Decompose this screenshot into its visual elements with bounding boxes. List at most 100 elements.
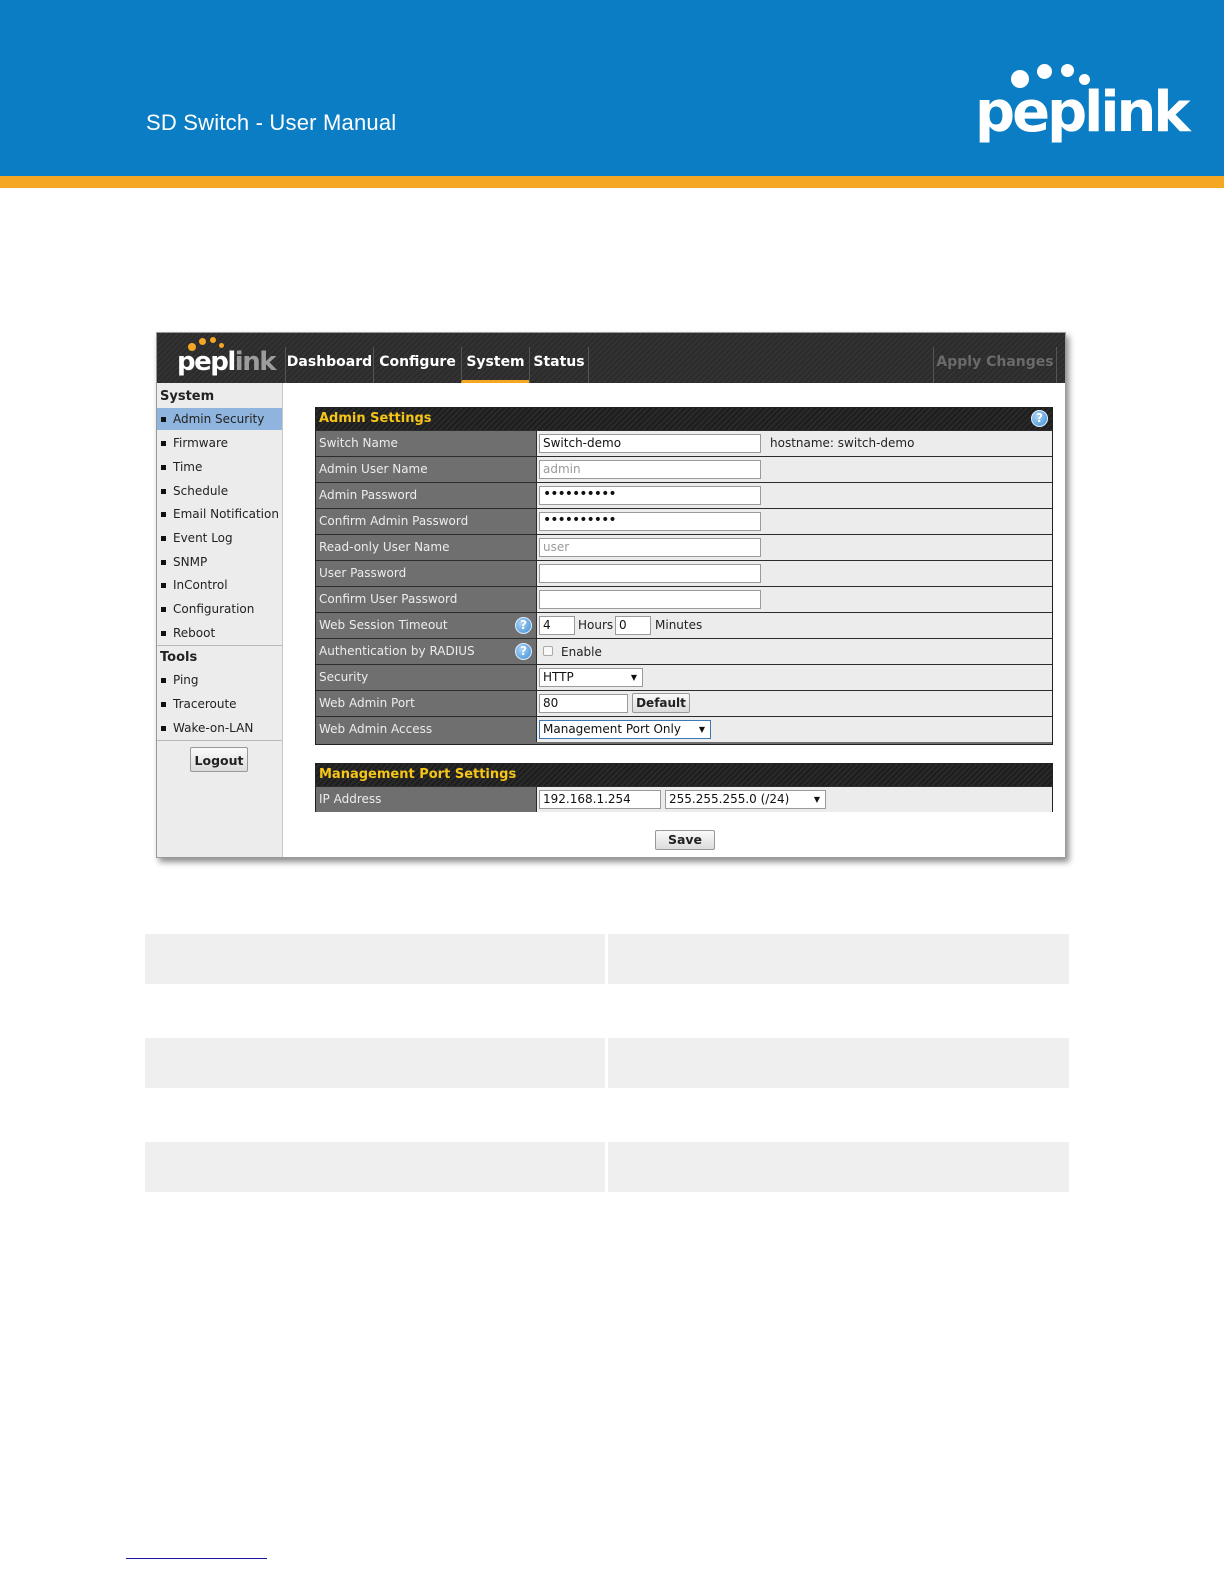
radius-enable-label: Enable — [561, 645, 602, 659]
sidebar-item-email-notification[interactable]: Email Notification — [157, 503, 282, 525]
bullet-icon — [161, 489, 166, 494]
sidebar-heading-system: System — [160, 389, 215, 404]
user-password-input[interactable] — [539, 564, 761, 583]
radius-enable-checkbox[interactable] — [543, 646, 553, 656]
table-cell — [145, 1038, 605, 1088]
bullet-icon — [161, 465, 166, 470]
table-cell — [145, 1142, 605, 1192]
admin-password-input[interactable]: •••••••••• — [539, 486, 761, 505]
bullet-icon — [161, 583, 166, 588]
header-stripe — [0, 176, 1224, 188]
switch-name-input[interactable]: Switch-demo — [539, 434, 761, 453]
sidebar-item-snmp[interactable]: SNMP — [157, 551, 282, 573]
sidebar-heading-tools: Tools — [160, 650, 198, 665]
minutes-label: Minutes — [655, 618, 703, 632]
table-cell — [145, 934, 605, 984]
sidebar-item-wake-on-lan[interactable]: Wake-on-LAN — [157, 717, 282, 739]
sidebar-item-schedule[interactable]: Schedule — [157, 480, 282, 502]
admin-user-name-label: Admin User Name — [316, 457, 537, 482]
web-admin-access-label: Web Admin Access — [316, 717, 537, 742]
tab-system[interactable]: System — [461, 347, 529, 383]
admin-settings-title: Admin Settings — [316, 408, 1052, 430]
save-button[interactable]: Save — [655, 830, 715, 850]
dropdown-arrow-icon: ▼ — [813, 795, 820, 804]
sidebar-item-traceroute[interactable]: Traceroute — [157, 693, 282, 715]
sidebar-divider — [157, 740, 282, 741]
tab-configure[interactable]: Configure — [373, 347, 461, 383]
row-security: Security HTTP ▼ — [316, 664, 1052, 690]
web-admin-access-select[interactable]: Management Port Only ▼ — [539, 720, 711, 739]
apply-changes-button[interactable]: Apply Changes — [933, 347, 1057, 383]
web-admin-screenshot: peplink Dashboard Configure System Statu… — [156, 332, 1066, 858]
row-web-session-timeout: Web Session Timeout ? 4 Hours 0 Minutes — [316, 612, 1052, 638]
minutes-input[interactable]: 0 — [615, 616, 651, 635]
bullet-icon — [161, 607, 166, 612]
admin-settings-table: Admin Settings ? Switch Name Switch-demo… — [315, 407, 1053, 745]
row-auth-radius: Authentication by RADIUS ? Enable — [316, 638, 1052, 664]
sidebar-item-time[interactable]: Time — [157, 456, 282, 478]
tab-dashboard[interactable]: Dashboard — [285, 347, 373, 383]
row-admin-password: Admin Password •••••••••• — [316, 482, 1052, 508]
table-cell — [608, 934, 1069, 984]
ip-address-input[interactable]: 192.168.1.254 — [539, 790, 661, 809]
dropdown-arrow-icon: ▼ — [630, 673, 637, 682]
app-logo[interactable]: peplink — [157, 333, 283, 383]
sidebar-divider — [157, 645, 282, 646]
row-user-password: User Password — [316, 560, 1052, 586]
readonly-user-name-label: Read-only User Name — [316, 535, 537, 560]
hostname-hint: hostname: switch-demo — [770, 436, 915, 450]
help-icon[interactable]: ? — [1031, 410, 1048, 427]
logo-wordmark: peplink — [975, 80, 1191, 145]
web-admin-port-input[interactable]: 80 — [539, 694, 628, 713]
bullet-icon — [161, 441, 166, 446]
sidebar-item-firmware[interactable]: Firmware — [157, 432, 282, 454]
footer-link-underline — [126, 1558, 267, 1559]
sidebar: System Admin Security Firmware Time Sche… — [157, 383, 283, 857]
table-cell — [608, 1142, 1069, 1192]
switch-name-label: Switch Name — [316, 431, 537, 456]
default-port-button[interactable]: Default — [632, 693, 690, 713]
confirm-admin-password-input[interactable]: •••••••••• — [539, 512, 761, 531]
readonly-user-name-input[interactable]: user — [539, 538, 761, 557]
confirm-admin-password-label: Confirm Admin Password — [316, 509, 537, 534]
sidebar-item-ping[interactable]: Ping — [157, 669, 282, 691]
confirm-user-password-input[interactable] — [539, 590, 761, 609]
row-web-admin-access: Web Admin Access Management Port Only ▼ — [316, 716, 1052, 742]
logout-button[interactable]: Logout — [190, 747, 248, 772]
sidebar-item-reboot[interactable]: Reboot — [157, 622, 282, 644]
auth-radius-label: Authentication by RADIUS — [316, 639, 537, 664]
confirm-user-password-label: Confirm User Password — [316, 587, 537, 612]
admin-password-label: Admin Password — [316, 483, 537, 508]
bullet-icon — [161, 417, 166, 422]
bullet-icon — [161, 536, 166, 541]
bullet-icon — [161, 678, 166, 683]
sidebar-item-configuration[interactable]: Configuration — [157, 598, 282, 620]
row-web-admin-port: Web Admin Port 80 Default — [316, 690, 1052, 716]
app-logo-wordmark: peplink — [177, 347, 277, 377]
hours-input[interactable]: 4 — [539, 616, 575, 635]
document-title: SD Switch - User Manual — [146, 110, 397, 135]
subnet-mask-select[interactable]: 255.255.255.0 (/24) ▼ — [665, 790, 826, 809]
help-icon[interactable]: ? — [515, 643, 532, 660]
row-confirm-admin-password: Confirm Admin Password •••••••••• — [316, 508, 1052, 534]
bullet-icon — [161, 560, 166, 565]
tab-status[interactable]: Status — [529, 347, 589, 383]
row-confirm-user-password: Confirm User Password — [316, 586, 1052, 612]
bullet-icon — [161, 726, 166, 731]
sidebar-item-event-log[interactable]: Event Log — [157, 527, 282, 549]
peplink-logo: peplink — [975, 60, 1191, 155]
management-port-title: Management Port Settings — [316, 764, 1052, 786]
web-session-timeout-label: Web Session Timeout — [316, 613, 537, 638]
row-readonly-user-name: Read-only User Name user — [316, 534, 1052, 560]
admin-user-name-input[interactable]: admin — [539, 460, 761, 479]
sidebar-item-incontrol[interactable]: InControl — [157, 574, 282, 596]
row-switch-name: Switch Name Switch-demo hostname: switch… — [316, 430, 1052, 456]
bullet-icon — [161, 512, 166, 517]
ip-address-label: IP Address — [316, 787, 537, 812]
table-cell — [608, 1038, 1069, 1088]
document-header: SD Switch - User Manual peplink — [0, 0, 1224, 176]
security-select[interactable]: HTTP ▼ — [539, 668, 643, 687]
help-icon[interactable]: ? — [515, 617, 532, 634]
security-label: Security — [316, 665, 537, 690]
sidebar-item-admin-security[interactable]: Admin Security — [157, 408, 282, 430]
